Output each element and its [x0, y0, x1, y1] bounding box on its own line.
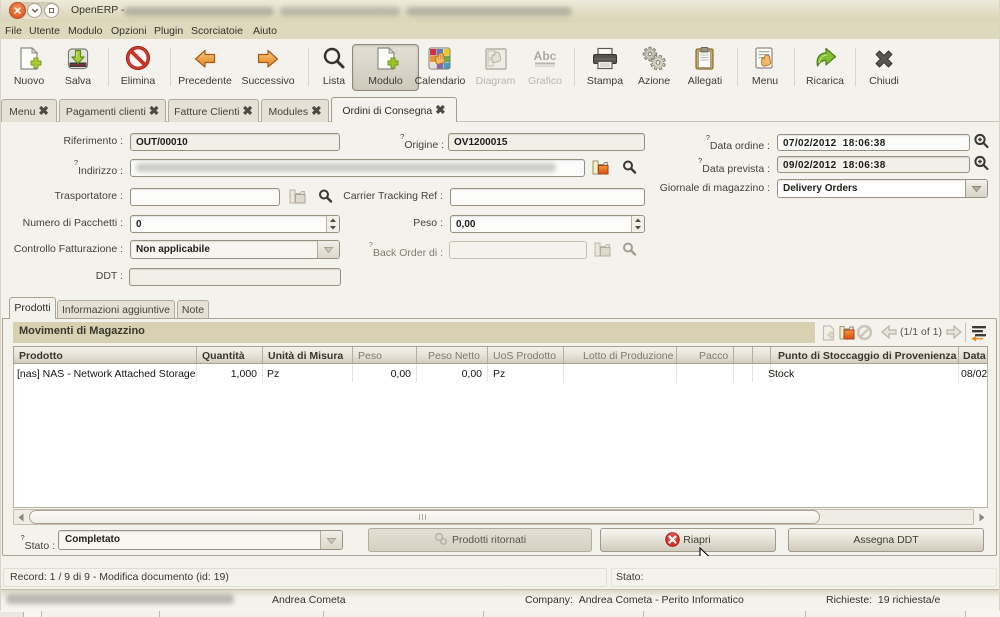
svg-text:Abc: Abc: [534, 49, 557, 63]
